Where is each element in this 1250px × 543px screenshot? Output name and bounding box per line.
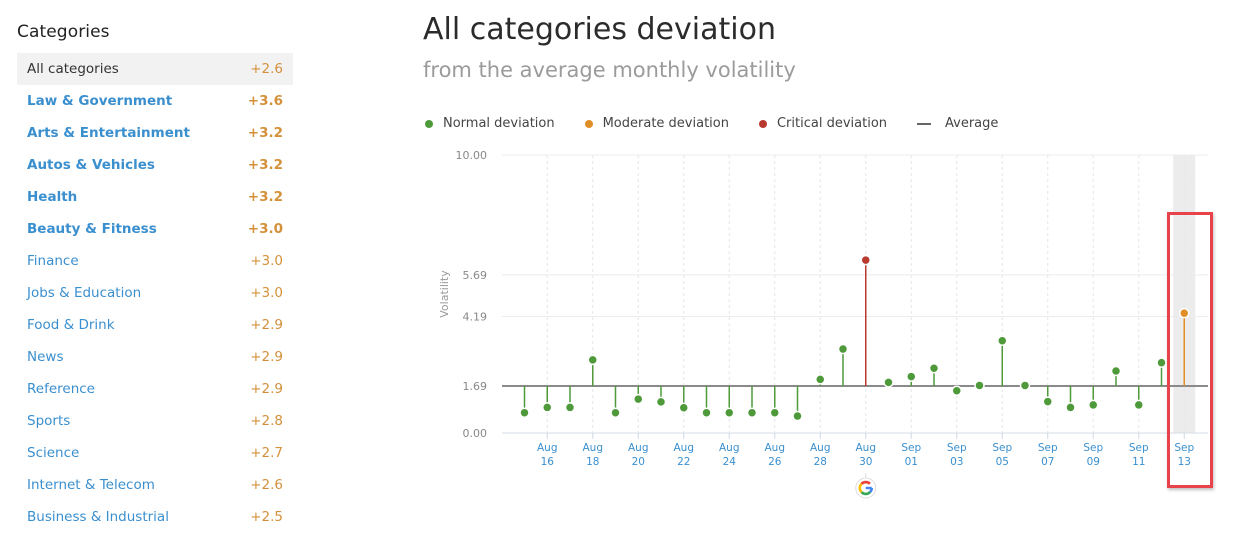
point-aug-19 [610,407,621,418]
point-aug-18 [587,354,598,366]
point-aug-20 [633,393,644,405]
x-tick-day: 03 [950,456,963,468]
point-sep-01 [906,371,917,382]
point-aug-24 [724,407,735,418]
point-sep-11 [1133,399,1144,411]
y-tick-label: 10.00 [456,149,488,162]
point-sep-08 [1065,402,1076,413]
point-aug-27 [792,410,803,422]
point-aug-16 [542,402,553,413]
point-sep-09 [1088,399,1099,411]
x-tick-day: 18 [586,456,599,468]
x-tick-month: Aug [855,442,876,454]
point-aug-30 [860,254,871,266]
x-tick-month: Aug [764,442,785,454]
point-aug-25 [746,407,758,418]
point-aug-21 [655,396,667,408]
x-tick-month: Sep [901,442,921,454]
x-tick-month: Sep [992,442,1012,454]
point-aug-31 [883,377,894,388]
x-tick-month: Aug [582,442,603,454]
x-tick-month: Aug [719,442,740,454]
y-tick-label: 1.69 [463,380,488,393]
point-aug-23 [701,407,712,418]
point-aug-29 [837,343,849,355]
volatility-chart: 0.00 1.69 4.19 5.69 10.00 Volatility Aug 16 Aug 1… [438,149,1208,499]
x-tick-month: Aug [810,442,831,454]
x-tick-day: 26 [768,456,782,468]
x-tick-day: 24 [723,456,737,468]
x-tick-day: 05 [996,456,1009,468]
x-tick-month: Sep [1129,442,1149,454]
x-tick-month: Aug [537,442,558,454]
x-tick-month: Sep [1083,442,1103,454]
highlight-box [1167,212,1213,488]
x-tick-month: Sep [947,442,967,454]
x-tick-day: 01 [905,456,918,468]
point-aug-26 [769,407,780,418]
x-tick-day: 09 [1087,456,1100,468]
x-tick-day: 16 [541,456,555,468]
x-tick-day: 22 [677,456,690,468]
x-tick-day: 11 [1132,456,1145,468]
x-tick-day: 20 [632,456,645,468]
y-axis-label: Volatility [438,270,451,318]
point-sep-06 [1019,380,1031,391]
point-aug-17 [564,402,576,413]
point-aug-22 [678,402,689,413]
x-tick-month: Aug [628,442,649,454]
point-aug-28 [815,374,826,385]
y-tick-label: 5.69 [463,269,488,282]
x-tick-month: Aug [673,442,694,454]
y-tick-label: 0.00 [463,427,488,440]
point-sep-05 [997,335,1008,346]
point-sep-02 [928,362,940,374]
point-sep-10 [1110,365,1122,377]
point-sep-12 [1156,357,1167,368]
x-tick-day: 30 [859,456,872,468]
point-aug-15 [519,407,530,418]
point-sep-07 [1042,396,1053,407]
y-tick-label: 4.19 [463,311,488,324]
x-tick-day: 28 [814,456,827,468]
point-sep-03 [951,385,962,396]
x-tick-month: Sep [1038,442,1058,454]
point-sep-04 [974,380,985,391]
x-tick-day: 07 [1041,456,1054,468]
